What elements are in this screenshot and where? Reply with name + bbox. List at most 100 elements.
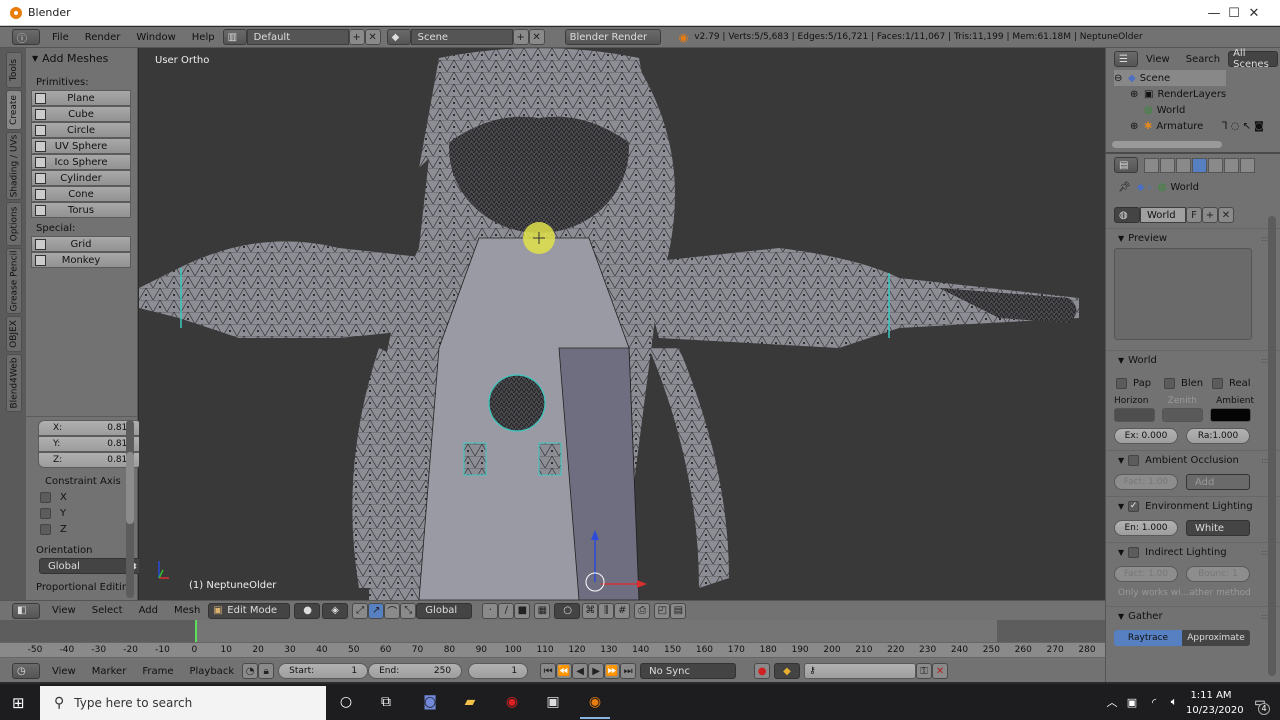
add-ico-sphere-button[interactable]: Ico Sphere [31,154,131,170]
env-energy-field[interactable]: En: 1.000 [1114,520,1178,536]
menu-view[interactable]: View [44,666,84,677]
editor-type-info-icon[interactable]: ⓘ [12,29,40,45]
checkbox[interactable] [1128,547,1140,558]
world-tab-icon[interactable] [1192,157,1207,173]
expand-icon[interactable]: ⊕ [1130,89,1140,100]
close-button[interactable]: ✕ [1234,0,1274,26]
checkbox[interactable] [1212,377,1223,389]
ambient-color-swatch[interactable] [1210,408,1251,422]
add-plane-button[interactable]: Plane [31,90,131,106]
approximate-option[interactable]: Approximate [1182,630,1250,646]
outliner-item-renderlayers[interactable]: ⊕ ▣ RenderLayers [1114,86,1280,102]
keying-icon[interactable]: ◆ [774,663,801,679]
env-panel-header[interactable]: ▼ ✓ Environment Lighting [1106,496,1280,516]
modifiers-tab-icon[interactable] [1240,157,1255,173]
render-tab-icon[interactable] [1144,157,1159,173]
horizon-color-swatch[interactable] [1114,408,1155,422]
checkbox[interactable] [40,523,51,535]
tab-tools[interactable]: Tools [6,52,22,88]
add-torus-button[interactable]: Torus [31,202,131,218]
play-reverse-icon[interactable]: ◀ [572,663,589,679]
render-image-icon[interactable]: ◰ [654,602,671,619]
keying-set-field[interactable]: ⚷ [804,663,917,679]
scrollbar-thumb[interactable] [126,452,134,524]
indirect-lighting-checkbox[interactable] [1128,545,1145,561]
properties-scrollbar[interactable] [1268,216,1276,676]
editor-type-3d-icon[interactable]: ◧ [12,602,40,619]
checkbox[interactable] [1128,455,1140,466]
play-icon[interactable]: ▶ [588,663,605,679]
frame-ruler[interactable]: -50 -40 -30 -20 -10 0 10 20 30 40 50 60 70 80 90 100 110… [0,642,1105,658]
exposure-field[interactable]: Ex: 0.000 [1114,428,1178,444]
add-cube-button[interactable]: Cube [31,106,131,122]
occlude-geometry-icon[interactable]: ▦ [534,602,551,619]
fake-user-button[interactable]: F [1186,207,1202,223]
tab-grease-pencil[interactable]: Grease Pencil [6,248,22,314]
cortana-icon[interactable]: ○ [334,690,358,714]
zenith-color-swatch[interactable] [1162,408,1203,422]
delete-keyframe-icon[interactable]: ✕ [932,663,949,679]
real-sky-checkbox[interactable]: Real [1212,375,1251,391]
x-arrowhead[interactable] [637,580,647,588]
add-layout-button[interactable]: + [348,29,365,45]
menu-select[interactable]: Select [84,605,131,616]
ao-factor-field[interactable]: Fact: 1.00 [1114,474,1178,490]
pin-icon[interactable]: 📌︎ [1118,182,1131,193]
editor-type-properties-icon[interactable]: ▤ [1114,157,1138,173]
scale-manipulator-icon[interactable]: ⤡ [400,602,417,619]
constraints-tab-icon[interactable] [1224,157,1239,173]
volume-icon[interactable]: 🔈︎ [1162,690,1186,714]
scene-icon[interactable]: ◆ [386,29,411,45]
current-frame-field[interactable]: 1 [468,663,529,679]
menu-add[interactable]: Add [131,605,166,616]
menu-window[interactable]: Window [128,32,183,43]
network-device-icon[interactable]: ▣ [1120,690,1144,714]
windows-start-icon[interactable]: ⊞ [12,694,25,712]
scene-tab-icon[interactable] [1176,157,1191,173]
end-frame-field[interactable]: End: 250 [368,663,463,679]
menu-search[interactable]: Search [1178,54,1228,65]
scene-field[interactable]: Scene [410,29,513,45]
world-browse-icon[interactable]: ◍ [1114,207,1140,223]
preview-range-icon[interactable]: ◔ [242,663,259,679]
menu-view[interactable]: View [44,605,84,616]
insert-keyframe-icon[interactable]: ⚿ [916,663,933,679]
current-frame-indicator[interactable] [195,620,197,642]
sync-select[interactable]: No Sync [640,663,737,679]
indirect-bounces-field[interactable]: Bounc: 1 [1186,566,1250,582]
add-grid-button[interactable]: Grid [31,236,131,252]
collapse-icon[interactable]: ⊖ [1114,73,1124,84]
3d-viewport[interactable]: User Ortho (1) NeptuneOlder [139,48,1105,600]
menu-mesh[interactable]: Mesh [166,605,208,616]
grid-snap-icon[interactable]: # [614,602,631,619]
outliner-item-armature[interactable]: ⊕ ✱ Armature ᒣ ◌ ↖ ◙ [1114,118,1280,134]
render-animation-icon[interactable]: ▤ [670,602,687,619]
blender-taskbar-icon[interactable]: ◉ [583,690,607,714]
visibility-icons[interactable]: ᒣ ◌ ↖ ◙ [1221,121,1263,132]
remove-scene-button[interactable]: ✕ [528,29,545,45]
pivot-select[interactable]: ◈ [322,602,349,619]
checkbox[interactable] [40,507,51,519]
prev-keyframe-icon[interactable]: ⏪ [556,663,573,679]
transform-orientation-select[interactable]: Global [416,602,473,619]
paper-sky-checkbox[interactable]: Pap [1116,375,1164,391]
expand-icon[interactable]: ⊕ [1130,121,1140,132]
snap-element-icon[interactable]: ⫼ [598,602,615,619]
render-layers-tab-icon[interactable] [1160,157,1175,173]
next-keyframe-icon[interactable]: ⏩ [604,663,621,679]
mode-select[interactable]: ▣ Edit Mode [208,602,291,619]
outliner-item-world[interactable]: ◍ World [1114,102,1280,118]
preview-panel-header[interactable]: ▼ Preview:::: [1106,228,1280,248]
object-tab-icon[interactable] [1208,157,1223,173]
menu-frame[interactable]: Frame [134,666,181,677]
env-lighting-checkbox[interactable]: ✓ [1128,499,1145,515]
display-mode-select[interactable]: All Scenes [1228,48,1279,70]
add-cone-button[interactable]: Cone [31,186,131,202]
tab-objex[interactable]: OBJEX [6,316,22,352]
tab-shading-uvs[interactable]: Shading / UVs [6,132,22,200]
record-icon[interactable]: ● [754,663,771,679]
screen-layout-icon[interactable]: ▥ [222,29,247,45]
taskbar-clock[interactable]: 1:11 AM 10/23/2020 [1186,688,1244,718]
taskbar-search-input[interactable]: ⚲ Type here to search [40,686,326,720]
menu-view[interactable]: View [1138,54,1178,65]
